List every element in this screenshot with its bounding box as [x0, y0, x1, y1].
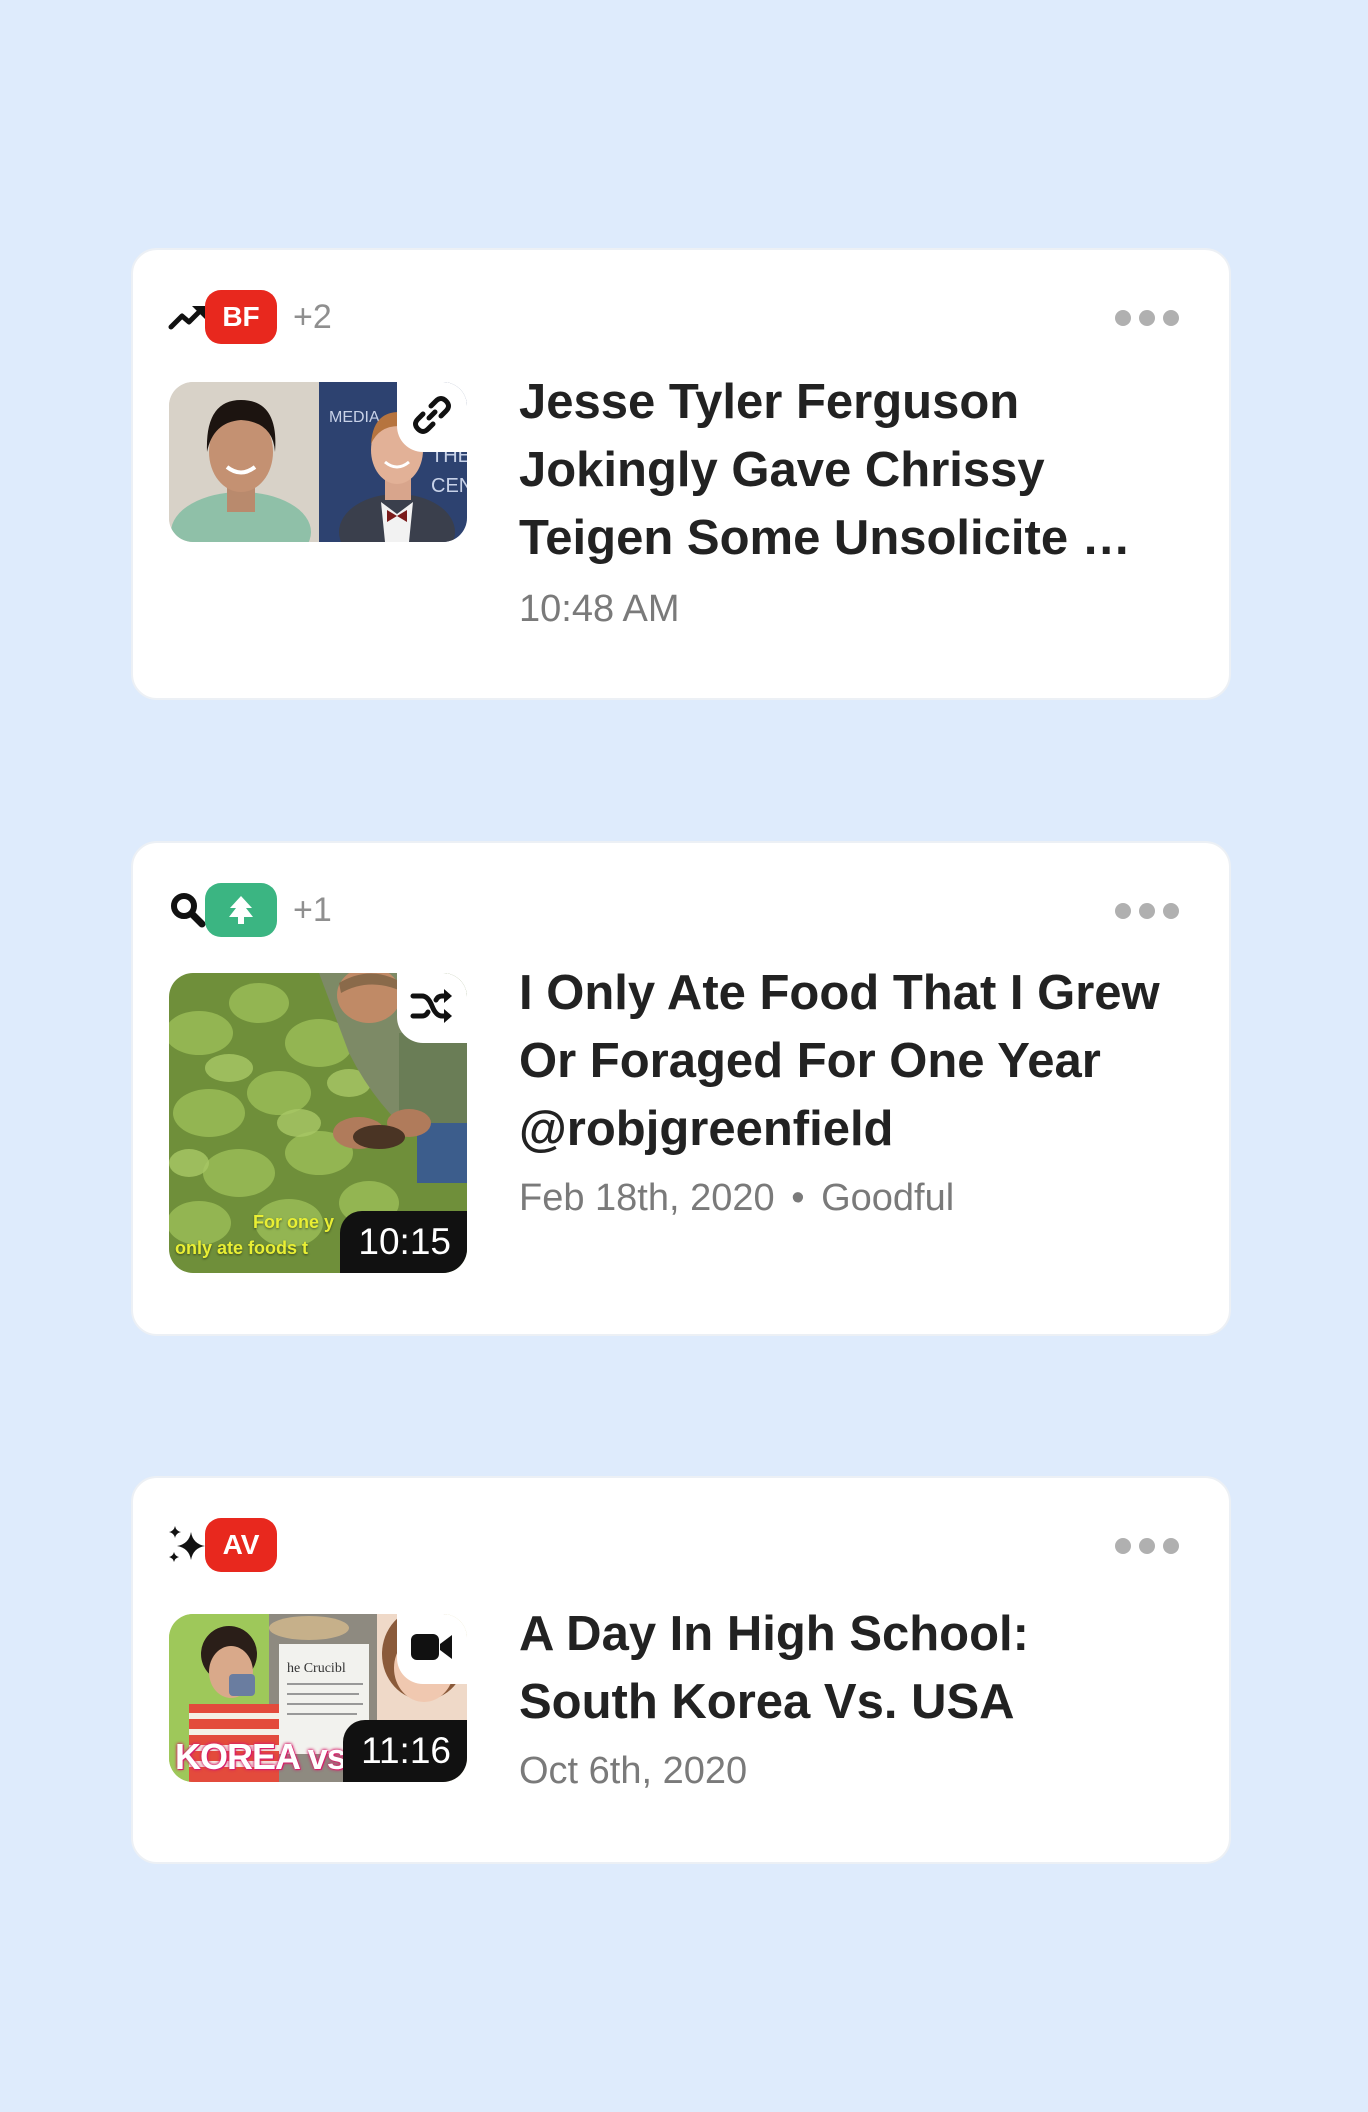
- article-meta: 10:48 AM: [519, 588, 680, 631]
- feed-card[interactable]: AV he Crucibl KOREA vs 11:16 A Day In Hi…: [131, 1476, 1231, 1864]
- feed-card[interactable]: +1 For one y only ate foods t 10:15 I On…: [131, 841, 1231, 1336]
- video-type-indicator: [397, 1614, 467, 1684]
- dot-icon: [1163, 1538, 1179, 1554]
- article-title[interactable]: I Only Ate Food That I Grew Or Foraged F…: [519, 959, 1179, 1163]
- more-options-button[interactable]: [1115, 310, 1179, 326]
- source-badge[interactable]: [205, 883, 277, 937]
- article-title[interactable]: A Day In High School: South Korea Vs. US…: [519, 1600, 1179, 1736]
- source-name[interactable]: Goodful: [821, 1177, 954, 1219]
- publish-date: Feb 18th, 2020: [519, 1177, 775, 1219]
- trending-up-icon: [167, 296, 209, 338]
- more-sources-count[interactable]: +1: [293, 891, 332, 930]
- dot-icon: [1139, 310, 1155, 326]
- feed-card[interactable]: BF +2 MEDIA THE CEN Jesse Tyler Ferguson…: [131, 248, 1231, 700]
- shuffle-icon: [410, 986, 454, 1031]
- more-sources-count[interactable]: +2: [293, 298, 332, 337]
- meta-separator: •: [791, 1177, 805, 1219]
- publish-date: Oct 6th, 2020: [519, 1750, 748, 1792]
- source-badge[interactable]: BF: [205, 290, 277, 344]
- svg-text:he Crucibl: he Crucibl: [287, 1661, 346, 1676]
- link-icon: [411, 394, 453, 441]
- more-options-button[interactable]: [1115, 903, 1179, 919]
- article-meta: Oct 6th, 2020: [519, 1750, 747, 1793]
- article-meta: Feb 18th, 2020 • Goodful: [519, 1177, 954, 1220]
- video-duration: 11:16: [343, 1720, 467, 1782]
- dot-icon: [1115, 310, 1131, 326]
- video-camera-icon: [410, 1630, 454, 1669]
- dot-icon: [1163, 310, 1179, 326]
- link-type-indicator: [397, 382, 467, 452]
- svg-text:CEN: CEN: [431, 475, 467, 497]
- video-thumbnail[interactable]: For one y only ate foods t 10:15: [169, 973, 467, 1273]
- dot-icon: [1139, 903, 1155, 919]
- more-options-button[interactable]: [1115, 1538, 1179, 1554]
- dot-icon: [1163, 903, 1179, 919]
- article-title[interactable]: Jesse Tyler Ferguson Jokingly Gave Chris…: [519, 368, 1179, 572]
- source-badge[interactable]: AV: [205, 1518, 277, 1572]
- timestamp: 10:48 AM: [519, 588, 680, 630]
- thumbnail-caption: KOREA vs: [175, 1736, 347, 1777]
- shuffle-type-indicator: [397, 973, 467, 1043]
- tree-icon: [228, 895, 254, 925]
- dot-icon: [1115, 903, 1131, 919]
- thumbnail-caption: For one y only ate foods t: [175, 1212, 335, 1258]
- video-thumbnail[interactable]: he Crucibl KOREA vs 11:16: [169, 1614, 467, 1782]
- dot-icon: [1139, 1538, 1155, 1554]
- article-thumbnail[interactable]: MEDIA THE CEN: [169, 382, 467, 542]
- dot-icon: [1115, 1538, 1131, 1554]
- search-icon: [167, 889, 209, 931]
- sparkle-icon: [167, 1524, 209, 1566]
- card-header: +1: [167, 883, 332, 937]
- card-header: AV: [167, 1518, 277, 1572]
- svg-text:MEDIA: MEDIA: [329, 409, 380, 426]
- card-header: BF +2: [167, 290, 332, 344]
- video-duration: 10:15: [340, 1211, 467, 1273]
